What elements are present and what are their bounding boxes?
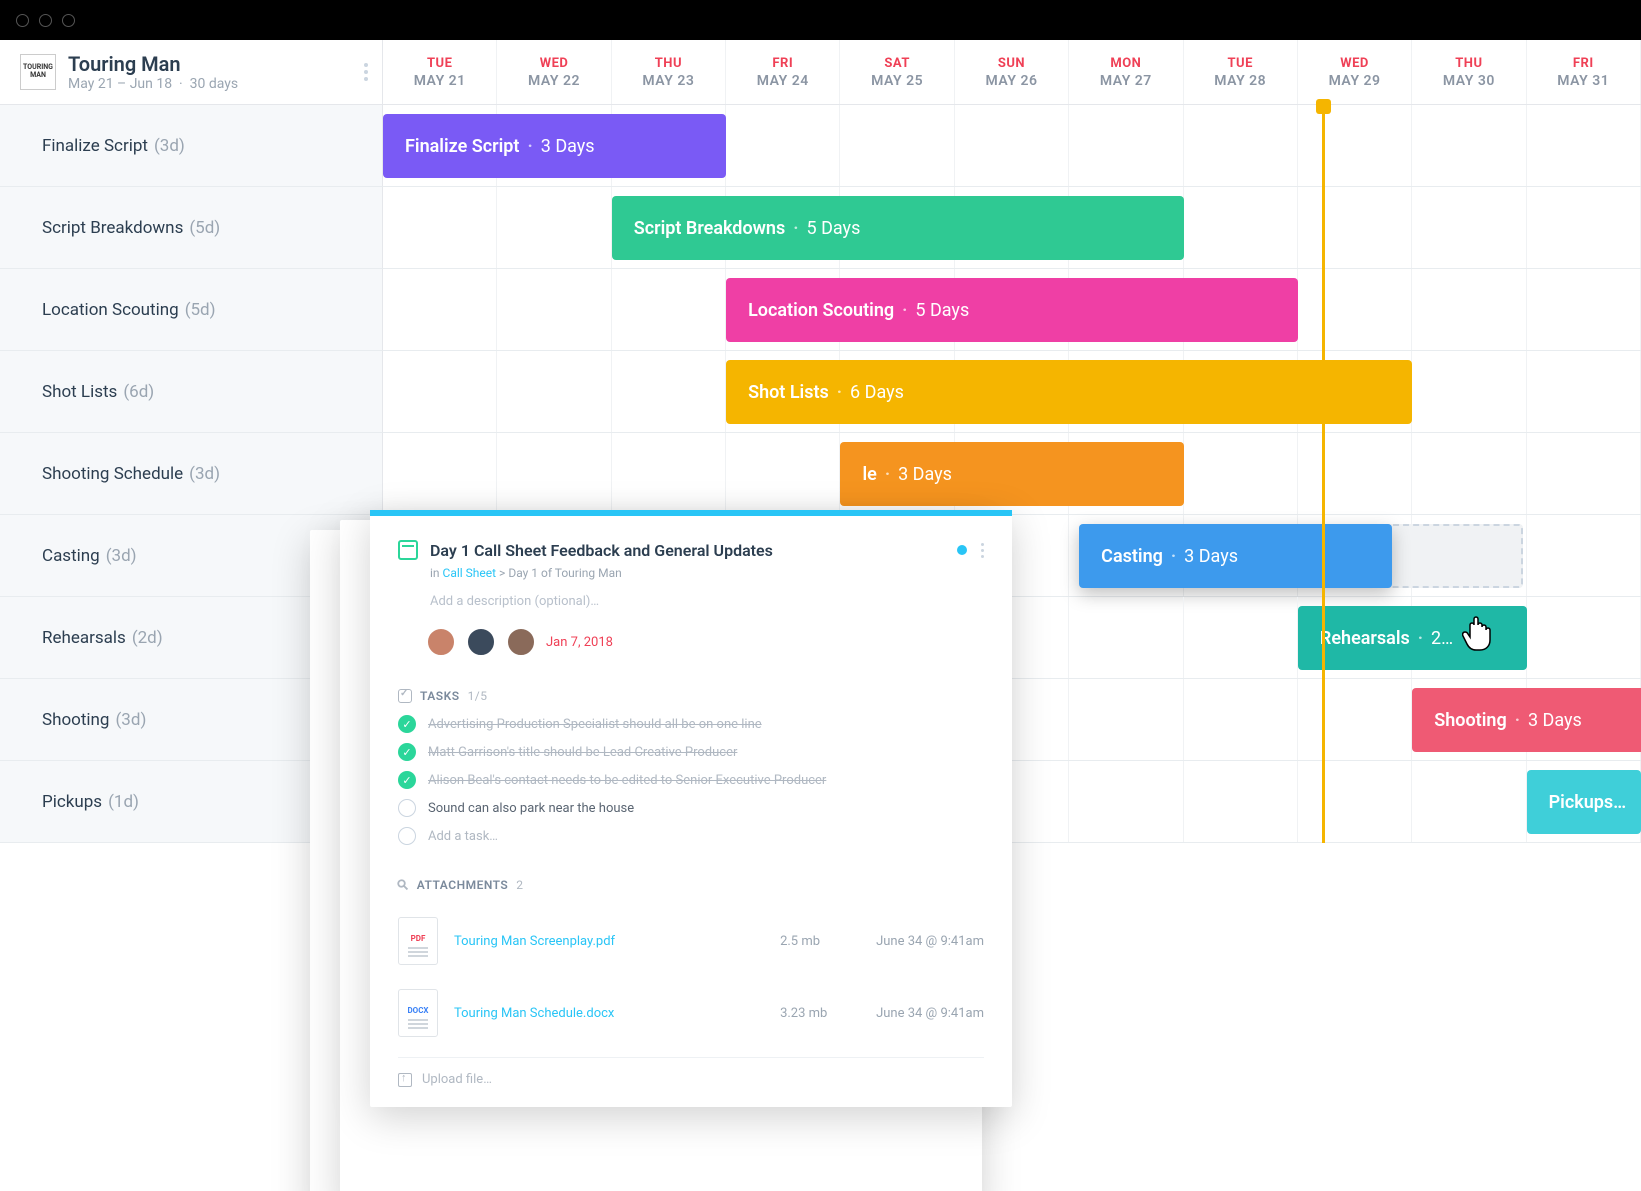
gantt-row: Location Scouting·5 Days [383,269,1641,351]
day-header: FRIMAY 24 [726,40,840,104]
gantt-bar[interactable]: Casting·3 Days [1079,524,1392,588]
avatar[interactable] [426,627,456,657]
attachment-name[interactable]: Touring Man Screenplay.pdf [454,934,764,949]
window-titlebar [0,0,1641,40]
task-label-row[interactable]: Finalize Script (3d) [0,105,383,187]
project-title: Touring Man [68,52,238,76]
checklist-item[interactable]: ✓Alison Beal's contact needs to be edite… [398,771,984,789]
checklist-item[interactable]: ✓Advertising Production Specialist shoul… [398,715,984,733]
day-header: WEDMAY 22 [497,40,611,104]
paperclip-icon: ⚲ [394,876,413,895]
window-zoom-icon[interactable] [62,14,75,27]
checklist-icon [398,689,412,703]
task-detail-card[interactable]: Day 1 Call Sheet Feedback and General Up… [370,510,1012,1107]
status-dot-icon [957,545,967,555]
gantt-header: TOURING MAN Touring Man May 21 – Jun 18 … [0,40,1641,105]
gantt-bar[interactable]: Pickups… [1527,770,1641,834]
breadcrumb: in Call Sheet > Day 1 of Touring Man [430,566,984,580]
gantt-bar[interactable]: Location Scouting·5 Days [726,278,1298,342]
window-close-icon[interactable] [16,14,29,27]
attachment-size: 3.23 mb [780,1006,860,1021]
avatar[interactable] [506,627,536,657]
attachment-size: 2.5 mb [780,934,860,949]
gantt-bar[interactable]: Shooting·3 Days [1412,688,1641,752]
attachments-section-header: ⚲ ATTACHMENTS 2 [398,877,984,893]
description-input[interactable]: Add a description (optional)… [430,594,984,609]
upload-icon [398,1073,412,1087]
day-header: THUMAY 30 [1412,40,1526,104]
project-menu-icon[interactable] [364,63,368,81]
gantt-bar[interactable]: Shot Lists·6 Days [726,360,1412,424]
day-header: FRIMAY 31 [1527,40,1641,104]
task-label-row[interactable]: Shot Lists (6d) [0,351,383,433]
attachment-date: June 34 @ 9:41am [876,934,984,949]
day-header: WEDMAY 29 [1298,40,1412,104]
attachment-row[interactable]: PDF Touring Man Screenplay.pdf 2.5 mb June … [398,905,984,977]
attachment-name[interactable]: Touring Man Schedule.docx [454,1006,764,1021]
project-logo: TOURING MAN [20,54,56,90]
checklist-item[interactable]: Sound can also park near the house [398,799,984,817]
task-checkbox[interactable]: ✓ [398,771,416,789]
gantt-row: le·3 Days [383,433,1641,515]
current-time-marker [1322,105,1325,843]
day-header: SUNMAY 26 [955,40,1069,104]
task-label-row[interactable]: Shooting Schedule (3d) [0,433,383,515]
project-subtitle: May 21 – Jun 18 · 30 days [68,76,238,92]
file-thumb-icon: PDF [398,917,438,965]
gantt-row: Finalize Script·3 Days [383,105,1641,187]
attachment-date: June 34 @ 9:41am [876,1006,984,1021]
day-header: MONMAY 27 [1069,40,1183,104]
task-label-row[interactable]: Location Scouting (5d) [0,269,383,351]
add-task-input[interactable]: Add a task… [398,827,984,845]
task-checkbox[interactable]: ✓ [398,715,416,733]
card-menu-icon[interactable] [981,543,984,558]
gantt-bar[interactable]: le·3 Days [840,442,1183,506]
day-header: SATMAY 25 [840,40,954,104]
upload-file-input[interactable]: Upload file… [398,1057,984,1087]
gantt-bar[interactable]: Script Breakdowns·5 Days [612,196,1184,260]
card-title: Day 1 Call Sheet Feedback and General Up… [430,541,773,560]
calendar-icon [398,540,418,560]
gantt-row: Script Breakdowns·5 Days [383,187,1641,269]
breadcrumb-link[interactable]: Call Sheet [443,566,497,580]
task-label-row[interactable]: Script Breakdowns (5d) [0,187,383,269]
cursor-hand-icon [1462,613,1498,653]
day-header: TUEMAY 28 [1184,40,1298,104]
tasks-section-header: TASKS 1/5 [398,689,984,703]
card-date: Jan 7, 2018 [546,635,613,650]
avatar[interactable] [466,627,496,657]
task-checkbox[interactable]: ✓ [398,743,416,761]
day-header: THUMAY 23 [612,40,726,104]
task-checkbox[interactable] [398,799,416,817]
checklist-item[interactable]: ✓Matt Garrison's title should be Lead Cr… [398,743,984,761]
window-minimize-icon[interactable] [39,14,52,27]
task-checkbox [398,827,416,845]
day-header: TUEMAY 21 [383,40,497,104]
project-header[interactable]: TOURING MAN Touring Man May 21 – Jun 18 … [0,40,383,104]
gantt-row: Shot Lists·6 Days [383,351,1641,433]
gantt-bar[interactable]: Finalize Script·3 Days [383,114,726,178]
attachment-row[interactable]: DOCX Touring Man Schedule.docx 3.23 mb June… [398,977,984,1049]
file-thumb-icon: DOCX [398,989,438,1037]
